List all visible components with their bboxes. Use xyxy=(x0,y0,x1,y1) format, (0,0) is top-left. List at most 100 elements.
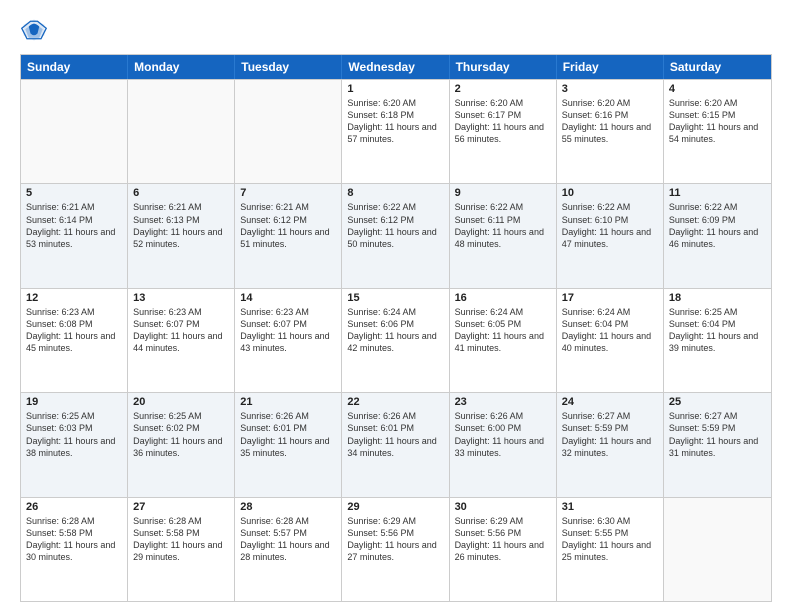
day-cell-9: 9 Sunrise: 6:22 AM Sunset: 6:11 PM Daylig… xyxy=(450,184,557,287)
day-number: 6 xyxy=(133,187,229,199)
day-cell-25: 25Sunrise: 6:27 AM Sunset: 5:59 PM Dayli… xyxy=(664,393,771,496)
day-number: 3 xyxy=(562,83,658,95)
day-info: Sunrise: 6:24 AM Sunset: 6:04 PM Dayligh… xyxy=(562,306,658,355)
day-info: Sunrise: 6:29 AM Sunset: 5:56 PM Dayligh… xyxy=(455,515,551,564)
calendar-row-3: 19 Sunrise: 6:25 AM Sunset: 6:03 PM Dayli… xyxy=(21,392,771,496)
day-info: Sunrise: 6:30 AM Sunset: 5:55 PM Dayligh… xyxy=(562,515,658,564)
day-info: Sunrise: 6:22 AM Sunset: 6:10 PM Dayligh… xyxy=(562,201,658,250)
day-cell-19: 19 Sunrise: 6:25 AM Sunset: 6:03 PM Dayli… xyxy=(21,393,128,496)
day-number: 21 xyxy=(240,396,336,408)
day-info: Sunrise: 6:28 AM Sunset: 5:57 PM Dayligh… xyxy=(240,515,336,564)
day-info: Sunrise: 6:21 AM Sunset: 6:13 PM Dayligh… xyxy=(133,201,229,250)
day-cell-23: 23Sunrise: 6:26 AM Sunset: 6:00 PM Dayli… xyxy=(450,393,557,496)
day-cell-20: 20 Sunrise: 6:25 AM Sunset: 6:02 PM Dayli… xyxy=(128,393,235,496)
day-info: Sunrise: 6:25 AM Sunset: 6:04 PM Dayligh… xyxy=(669,306,766,355)
day-number: 12 xyxy=(26,292,122,304)
day-info: Sunrise: 6:25 AM Sunset: 6:02 PM Dayligh… xyxy=(133,410,229,459)
day-cell-4: 4 Sunrise: 6:20 AM Sunset: 6:15 PM Daylig… xyxy=(664,80,771,183)
day-info: Sunrise: 6:22 AM Sunset: 6:09 PM Dayligh… xyxy=(669,201,766,250)
day-cell-6: 6 Sunrise: 6:21 AM Sunset: 6:13 PM Daylig… xyxy=(128,184,235,287)
day-cell-26: 26Sunrise: 6:28 AM Sunset: 5:58 PM Dayli… xyxy=(21,498,128,601)
day-number: 14 xyxy=(240,292,336,304)
day-cell-27: 27Sunrise: 6:28 AM Sunset: 5:58 PM Dayli… xyxy=(128,498,235,601)
day-number: 31 xyxy=(562,501,658,513)
calendar-row-2: 12 Sunrise: 6:23 AM Sunset: 6:08 PM Dayli… xyxy=(21,288,771,392)
day-number: 26 xyxy=(26,501,122,513)
day-cell-12: 12 Sunrise: 6:23 AM Sunset: 6:08 PM Dayli… xyxy=(21,289,128,392)
day-number: 19 xyxy=(26,396,122,408)
day-number: 9 xyxy=(455,187,551,199)
day-info: Sunrise: 6:26 AM Sunset: 6:01 PM Dayligh… xyxy=(347,410,443,459)
day-cell-16: 16 Sunrise: 6:24 AM Sunset: 6:05 PM Dayli… xyxy=(450,289,557,392)
day-cell-3: 3 Sunrise: 6:20 AM Sunset: 6:16 PM Daylig… xyxy=(557,80,664,183)
day-info: Sunrise: 6:23 AM Sunset: 6:07 PM Dayligh… xyxy=(240,306,336,355)
empty-cell-4-6 xyxy=(664,498,771,601)
day-cell-17: 17 Sunrise: 6:24 AM Sunset: 6:04 PM Dayli… xyxy=(557,289,664,392)
day-number: 20 xyxy=(133,396,229,408)
calendar-header: SundayMondayTuesdayWednesdayThursdayFrid… xyxy=(21,55,771,79)
day-number: 2 xyxy=(455,83,551,95)
day-cell-31: 31 Sunrise: 6:30 AM Sunset: 5:55 PM Dayli… xyxy=(557,498,664,601)
weekday-header-saturday: Saturday xyxy=(664,55,771,79)
day-info: Sunrise: 6:22 AM Sunset: 6:12 PM Dayligh… xyxy=(347,201,443,250)
day-info: Sunrise: 6:27 AM Sunset: 5:59 PM Dayligh… xyxy=(669,410,766,459)
day-cell-24: 24 Sunrise: 6:27 AM Sunset: 5:59 PM Dayli… xyxy=(557,393,664,496)
day-cell-14: 14 Sunrise: 6:23 AM Sunset: 6:07 PM Dayli… xyxy=(235,289,342,392)
weekday-header-thursday: Thursday xyxy=(450,55,557,79)
day-number: 4 xyxy=(669,83,766,95)
day-cell-11: 11Sunrise: 6:22 AM Sunset: 6:09 PM Dayli… xyxy=(664,184,771,287)
weekday-header-sunday: Sunday xyxy=(21,55,128,79)
day-info: Sunrise: 6:22 AM Sunset: 6:11 PM Dayligh… xyxy=(455,201,551,250)
day-info: Sunrise: 6:27 AM Sunset: 5:59 PM Dayligh… xyxy=(562,410,658,459)
day-number: 16 xyxy=(455,292,551,304)
calendar-row-1: 5 Sunrise: 6:21 AM Sunset: 6:14 PM Daylig… xyxy=(21,183,771,287)
day-number: 29 xyxy=(347,501,443,513)
calendar: SundayMondayTuesdayWednesdayThursdayFrid… xyxy=(20,54,772,602)
calendar-row-0: 1Sunrise: 6:20 AM Sunset: 6:18 PM Daylig… xyxy=(21,79,771,183)
day-cell-13: 13 Sunrise: 6:23 AM Sunset: 6:07 PM Dayli… xyxy=(128,289,235,392)
day-number: 17 xyxy=(562,292,658,304)
day-number: 27 xyxy=(133,501,229,513)
day-info: Sunrise: 6:24 AM Sunset: 6:05 PM Dayligh… xyxy=(455,306,551,355)
day-cell-5: 5 Sunrise: 6:21 AM Sunset: 6:14 PM Daylig… xyxy=(21,184,128,287)
day-cell-1: 1Sunrise: 6:20 AM Sunset: 6:18 PM Daylig… xyxy=(342,80,449,183)
day-info: Sunrise: 6:23 AM Sunset: 6:07 PM Dayligh… xyxy=(133,306,229,355)
weekday-header-wednesday: Wednesday xyxy=(342,55,449,79)
day-number: 30 xyxy=(455,501,551,513)
day-cell-10: 10 Sunrise: 6:22 AM Sunset: 6:10 PM Dayli… xyxy=(557,184,664,287)
day-number: 10 xyxy=(562,187,658,199)
empty-cell-0-0 xyxy=(21,80,128,183)
day-cell-22: 22 Sunrise: 6:26 AM Sunset: 6:01 PM Dayli… xyxy=(342,393,449,496)
day-info: Sunrise: 6:21 AM Sunset: 6:14 PM Dayligh… xyxy=(26,201,122,250)
day-info: Sunrise: 6:20 AM Sunset: 6:17 PM Dayligh… xyxy=(455,97,551,146)
day-cell-18: 18 Sunrise: 6:25 AM Sunset: 6:04 PM Dayli… xyxy=(664,289,771,392)
day-number: 24 xyxy=(562,396,658,408)
day-cell-30: 30 Sunrise: 6:29 AM Sunset: 5:56 PM Dayli… xyxy=(450,498,557,601)
day-info: Sunrise: 6:21 AM Sunset: 6:12 PM Dayligh… xyxy=(240,201,336,250)
day-info: Sunrise: 6:20 AM Sunset: 6:15 PM Dayligh… xyxy=(669,97,766,146)
day-cell-2: 2 Sunrise: 6:20 AM Sunset: 6:17 PM Daylig… xyxy=(450,80,557,183)
day-info: Sunrise: 6:25 AM Sunset: 6:03 PM Dayligh… xyxy=(26,410,122,459)
header xyxy=(20,16,772,44)
day-number: 13 xyxy=(133,292,229,304)
day-cell-21: 21Sunrise: 6:26 AM Sunset: 6:01 PM Dayli… xyxy=(235,393,342,496)
day-number: 18 xyxy=(669,292,766,304)
day-number: 8 xyxy=(347,187,443,199)
day-info: Sunrise: 6:23 AM Sunset: 6:08 PM Dayligh… xyxy=(26,306,122,355)
page: SundayMondayTuesdayWednesdayThursdayFrid… xyxy=(0,0,792,612)
day-number: 5 xyxy=(26,187,122,199)
weekday-header-tuesday: Tuesday xyxy=(235,55,342,79)
day-info: Sunrise: 6:20 AM Sunset: 6:16 PM Dayligh… xyxy=(562,97,658,146)
day-number: 22 xyxy=(347,396,443,408)
weekday-header-monday: Monday xyxy=(128,55,235,79)
day-cell-29: 29Sunrise: 6:29 AM Sunset: 5:56 PM Dayli… xyxy=(342,498,449,601)
day-cell-8: 8 Sunrise: 6:22 AM Sunset: 6:12 PM Daylig… xyxy=(342,184,449,287)
day-info: Sunrise: 6:24 AM Sunset: 6:06 PM Dayligh… xyxy=(347,306,443,355)
day-cell-28: 28Sunrise: 6:28 AM Sunset: 5:57 PM Dayli… xyxy=(235,498,342,601)
calendar-body: 1Sunrise: 6:20 AM Sunset: 6:18 PM Daylig… xyxy=(21,79,771,601)
day-number: 23 xyxy=(455,396,551,408)
day-info: Sunrise: 6:20 AM Sunset: 6:18 PM Dayligh… xyxy=(347,97,443,146)
day-number: 15 xyxy=(347,292,443,304)
calendar-row-4: 26Sunrise: 6:28 AM Sunset: 5:58 PM Dayli… xyxy=(21,497,771,601)
weekday-header-friday: Friday xyxy=(557,55,664,79)
